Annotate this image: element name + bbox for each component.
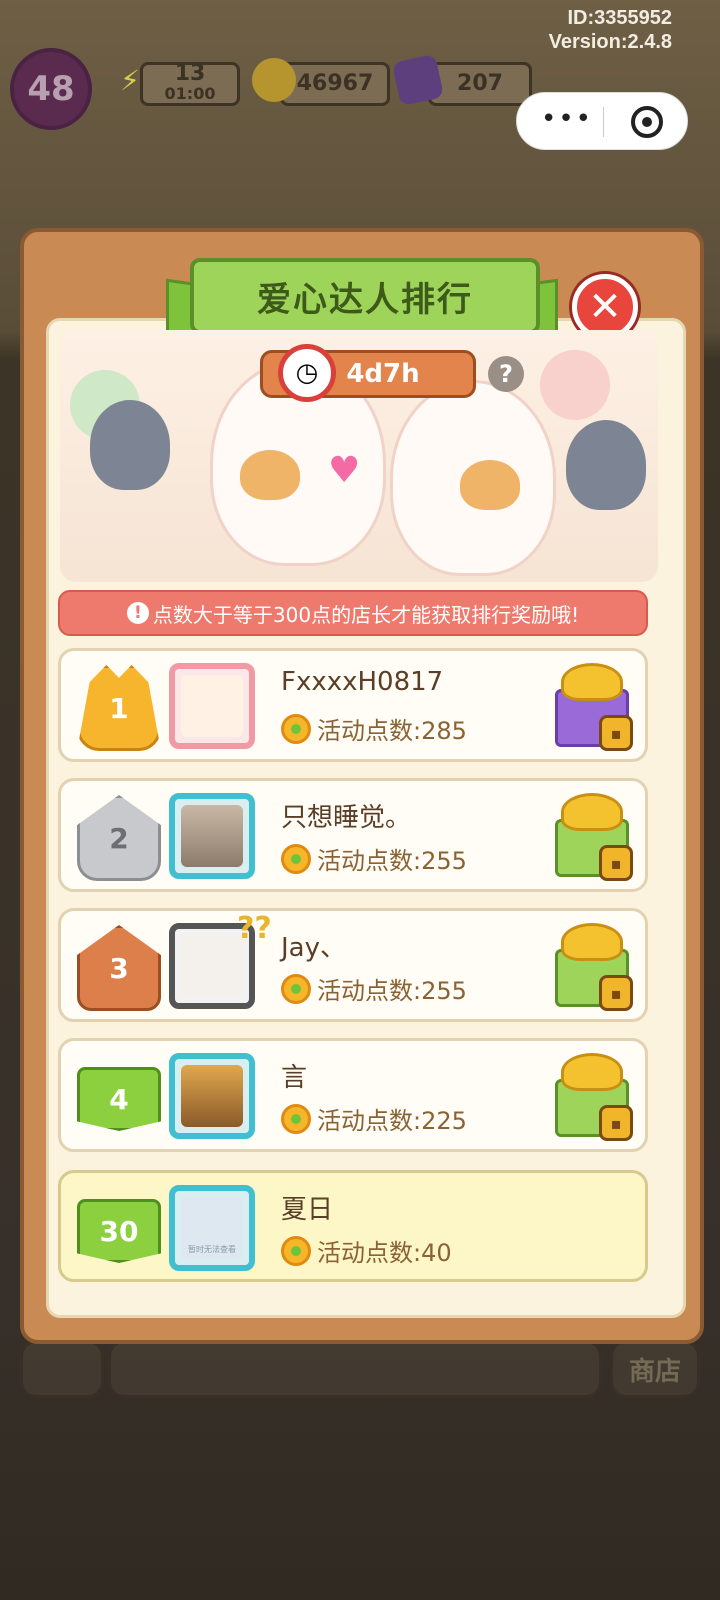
gift-bow-icon: [561, 793, 623, 831]
orange-kitten-right: [460, 460, 520, 510]
coin-count: 46967: [296, 71, 374, 96]
gift-bow-icon: [561, 1053, 623, 1091]
reward-notice: ! 点数大于等于300点的店长才能获取排行奖励哦!: [58, 590, 648, 636]
lock-icon: ▪: [599, 715, 633, 751]
dialog-title: 爱心达人排行: [190, 258, 540, 334]
flower-icon: [281, 973, 311, 1004]
lightning-icon: ⚡: [120, 63, 140, 97]
lock-icon: ▪: [599, 1105, 633, 1141]
avatar[interactable]: [169, 793, 255, 879]
points: 活动点数:255: [281, 971, 467, 1006]
points-label: 活动点数:255: [317, 977, 467, 1005]
shop-button[interactable]: 商店: [610, 1340, 700, 1398]
lock-icon: ▪: [599, 975, 633, 1011]
player-name: Jay、: [281, 933, 346, 963]
orange-kitten-left: [240, 450, 300, 500]
bottom-left-button[interactable]: [20, 1340, 104, 1398]
points-label: 活动点数:40: [317, 1239, 452, 1267]
my-ranking-row[interactable]: 30 暂时无法查看 夏日 活动点数:40: [58, 1170, 648, 1282]
gift-bow-icon: [561, 923, 623, 961]
rank-badge: 4: [77, 1067, 161, 1131]
version: Version:2.4.8: [548, 31, 672, 53]
avatar-placeholder-text: 暂时无法查看: [188, 1245, 236, 1254]
my-name: 夏日: [281, 1195, 334, 1225]
capsule-divider: [603, 107, 604, 137]
gray-cat-right: [566, 420, 646, 510]
flower-icon: [281, 1235, 311, 1266]
gift-reward[interactable]: ▪: [551, 661, 633, 751]
warning-icon: !: [126, 602, 149, 624]
rank-badge-silver: 2: [77, 795, 161, 881]
gem-counter[interactable]: 207: [428, 62, 532, 106]
gift-reward[interactable]: ▪: [551, 1051, 633, 1141]
heart-icon: ♥: [328, 450, 361, 491]
close-miniprogram-icon[interactable]: [631, 106, 663, 138]
ranking-row[interactable]: 1 FxxxxH0817 活动点数:285 ▪: [58, 648, 648, 762]
build-info: ID:3355952 Version:2.4.8: [549, 6, 672, 54]
gift-reward[interactable]: ▪: [551, 791, 633, 881]
points-label: 活动点数:285: [317, 717, 467, 745]
clock-icon: ◷: [278, 344, 336, 402]
rank-badge-gold: 1: [77, 665, 161, 751]
coin-icon: [252, 58, 296, 102]
avatar-image: [181, 805, 243, 867]
my-points: 活动点数:40: [281, 1233, 452, 1268]
player-name: FxxxxH0817: [281, 667, 444, 697]
question-marks-icon: ??: [237, 911, 272, 946]
ranking-row[interactable]: 4 言 活动点数:225 ▪: [58, 1038, 648, 1152]
my-rank-badge: 30: [77, 1199, 161, 1263]
points-label: 活动点数:255: [317, 847, 467, 875]
points: 活动点数:225: [281, 1101, 467, 1136]
points: 活动点数:255: [281, 841, 467, 876]
avatar-image: [181, 1065, 243, 1127]
gift-reward[interactable]: ▪: [551, 921, 633, 1011]
energy-count: 13: [174, 61, 206, 86]
miniprogram-capsule: •••: [516, 92, 688, 150]
player-name: 言: [281, 1063, 308, 1093]
flower-icon: [281, 843, 311, 874]
avatar-image: [181, 935, 243, 997]
gem-count: 207: [457, 71, 503, 96]
points: 活动点数:285: [281, 711, 467, 746]
user-id: ID:3355952: [567, 7, 672, 29]
my-avatar[interactable]: 暂时无法查看: [169, 1185, 255, 1271]
gray-cat-left: [90, 400, 170, 490]
bottom-bar: [108, 1340, 602, 1398]
rank-badge-bronze: 3: [77, 925, 161, 1011]
more-icon[interactable]: •••: [541, 104, 593, 134]
energy-counter[interactable]: 13 01:00: [140, 62, 240, 106]
level-badge[interactable]: 48: [10, 48, 92, 130]
energy-timer: 01:00: [164, 84, 216, 103]
points-label: 活动点数:225: [317, 1107, 467, 1135]
avatar[interactable]: [169, 1053, 255, 1139]
player-name: 只想睡觉。: [281, 803, 412, 833]
help-button[interactable]: ?: [488, 356, 524, 392]
ranking-row[interactable]: 2 只想睡觉。 活动点数:255 ▪: [58, 778, 648, 892]
lock-icon: ▪: [599, 845, 633, 881]
avatar-image: [181, 675, 243, 737]
avatar[interactable]: [169, 663, 255, 749]
heart-balloon-icon: [540, 350, 610, 420]
gift-bow-icon: [561, 663, 623, 701]
coin-counter[interactable]: 46967: [280, 62, 390, 106]
gem-icon: [391, 53, 445, 107]
notice-text: 点数大于等于300点的店长才能获取排行奖励哦!: [152, 602, 580, 627]
flower-icon: [281, 1103, 311, 1134]
ranking-row[interactable]: 3 ?? Jay、 活动点数:255 ▪: [58, 908, 648, 1022]
flower-icon: [281, 713, 311, 744]
